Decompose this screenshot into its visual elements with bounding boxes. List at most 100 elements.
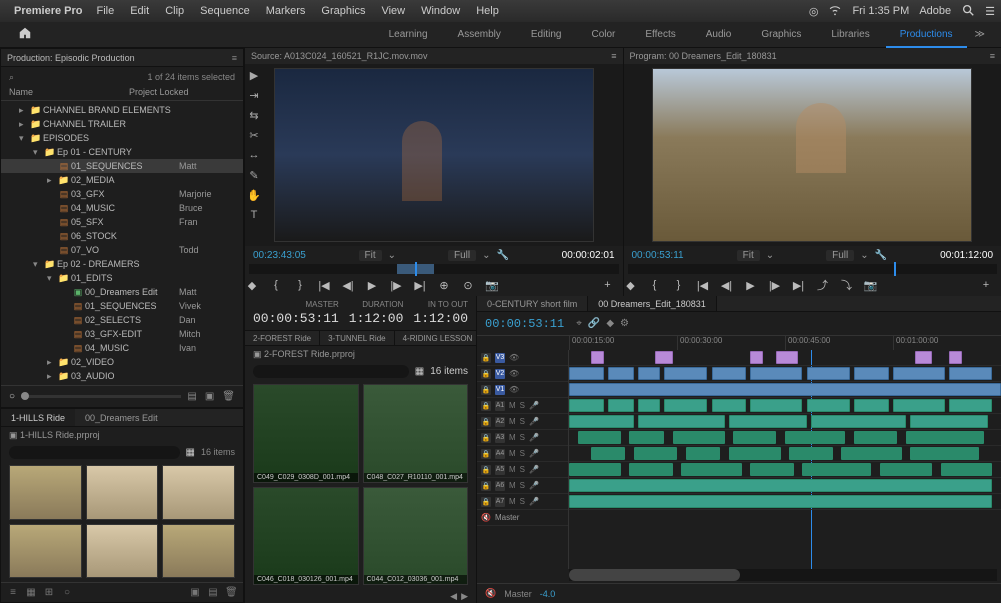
chevron-down-icon[interactable]: ⌄ <box>860 250 868 261</box>
timeline-clip[interactable] <box>655 351 672 364</box>
timeline-clip[interactable] <box>807 367 850 380</box>
master-db[interactable]: -4.0 <box>540 589 556 599</box>
pen-tool-icon[interactable]: ✎ <box>247 168 261 182</box>
program-tc-in[interactable]: 00:00:53:11 <box>632 250 684 261</box>
timeline-clip[interactable] <box>941 463 993 476</box>
timeline-clip[interactable] <box>949 351 962 364</box>
clip-thumbnail[interactable] <box>9 465 82 520</box>
program-tc-dur[interactable]: 00:01:12:00 <box>940 250 993 261</box>
timeline-clip[interactable] <box>789 447 832 460</box>
new-item-icon[interactable]: ▤ <box>207 587 219 598</box>
new-bin-icon[interactable]: ▣ <box>205 391 214 402</box>
track-header[interactable]: 🔒 V2 👁 <box>477 366 568 382</box>
hand-tool-icon[interactable]: ✋ <box>247 188 261 202</box>
in-point-icon[interactable]: { <box>269 279 283 291</box>
timeline-clip[interactable] <box>949 399 992 412</box>
workspace-editing[interactable]: Editing <box>517 22 576 48</box>
timeline-clip[interactable] <box>638 415 724 428</box>
menu-markers[interactable]: Markers <box>260 5 312 17</box>
go-to-out-icon[interactable]: ▶| <box>413 279 427 292</box>
master-track-header[interactable]: 🔇Master <box>477 510 568 526</box>
wifi-icon[interactable] <box>828 3 842 20</box>
timeline-track[interactable] <box>569 350 1001 366</box>
track-header[interactable]: 🔒 A3 MS🎤 <box>477 430 568 446</box>
timeline-clip[interactable] <box>638 367 660 380</box>
track-header[interactable]: 🔒 A2 MS🎤 <box>477 414 568 430</box>
lock-icon[interactable]: 🔒 <box>481 449 491 459</box>
program-scrubber[interactable] <box>628 264 998 274</box>
tree-row[interactable]: ▤07_VOTodd <box>1 243 243 257</box>
timeline-clip[interactable] <box>811 415 906 428</box>
track-target[interactable]: A1 <box>495 401 505 411</box>
timeline-clip[interactable] <box>629 463 672 476</box>
button-editor-icon[interactable]: + <box>979 279 993 291</box>
timeline-clip[interactable] <box>733 431 776 444</box>
home-button[interactable] <box>10 26 40 43</box>
chevron-down-icon[interactable]: ⌄ <box>388 250 396 261</box>
timeline-clip[interactable] <box>910 447 979 460</box>
linked-selection-icon[interactable]: 🔗 <box>588 318 600 329</box>
timeline-clip[interactable] <box>750 463 793 476</box>
overwrite-icon[interactable]: ⊙ <box>461 279 475 292</box>
menu-clip[interactable]: Clip <box>159 5 190 17</box>
next-page-icon[interactable]: ▶ <box>461 591 468 602</box>
project-search-input[interactable] <box>9 446 180 459</box>
source-scrubber[interactable] <box>249 264 619 274</box>
clip-thumbnail[interactable] <box>86 524 159 579</box>
tree-row[interactable]: ▸📁CHANNEL TRAILER <box>1 117 243 131</box>
trash-icon[interactable]: 🗑 <box>222 391 235 402</box>
col-name[interactable]: Name <box>9 87 129 100</box>
mute-icon[interactable]: M <box>509 417 516 426</box>
workspace-libraries[interactable]: Libraries <box>817 22 883 48</box>
track-target[interactable]: V2 <box>495 369 505 379</box>
track-target[interactable]: A6 <box>495 481 505 491</box>
marker-icon[interactable]: ◆ <box>606 318 614 329</box>
track-target[interactable]: A5 <box>495 465 505 475</box>
seq-tab[interactable]: 4-RIDING LESSON <box>395 331 476 345</box>
program-full-dropdown[interactable]: Full <box>826 250 854 261</box>
step-forward-icon[interactable]: |▶ <box>389 279 403 292</box>
track-header[interactable]: 🔒 A5 MS🎤 <box>477 462 568 478</box>
track-target[interactable]: V3 <box>495 353 505 363</box>
track-select-tool-icon[interactable]: ⇥ <box>247 88 261 102</box>
source-full-dropdown[interactable]: Full <box>448 250 476 261</box>
timeline-track[interactable] <box>569 494 1001 510</box>
workspace-learning[interactable]: Learning <box>375 22 442 48</box>
tree-row[interactable]: ▾📁Ep 01 - CENTURY <box>1 145 243 159</box>
lock-icon[interactable]: 🔒 <box>481 465 491 475</box>
timeline-clip[interactable] <box>802 463 871 476</box>
tree-row[interactable]: ▤02_SELECTSDan <box>1 313 243 327</box>
menu-help[interactable]: Help <box>470 5 505 17</box>
voiceover-icon[interactable]: 🎤 <box>529 497 539 506</box>
seq-tab[interactable]: 3-TUNNEL Ride <box>320 331 395 345</box>
view-toggle-icon[interactable]: ▦ <box>186 447 195 458</box>
timeline-track[interactable] <box>569 478 1001 494</box>
chevron-down-icon[interactable]: ⌄ <box>482 250 490 261</box>
mute-icon[interactable]: 🔇 <box>481 513 491 522</box>
go-to-out-icon[interactable]: ▶| <box>792 279 806 292</box>
timeline-clip[interactable] <box>750 399 802 412</box>
lock-icon[interactable]: 🔒 <box>481 481 491 491</box>
lock-icon[interactable]: 🔒 <box>481 385 491 395</box>
timeline-clip[interactable] <box>854 367 889 380</box>
tree-row[interactable]: ▤06_STOCK <box>1 229 243 243</box>
tree-row[interactable]: ▸📁CHANNEL BRAND ELEMENTS <box>1 103 243 117</box>
workspace-color[interactable]: Color <box>577 22 629 48</box>
timeline-clip[interactable] <box>807 399 850 412</box>
project-tab-hills[interactable]: 1-HILLS Ride <box>1 409 75 426</box>
solo-icon[interactable]: S <box>520 449 525 458</box>
mute-icon[interactable]: M <box>509 497 516 506</box>
timeline-tab[interactable]: 00 Dreamers_Edit_180831 <box>588 296 717 311</box>
tree-row[interactable]: ▤04_MUSICBruce <box>1 201 243 215</box>
wrench-icon[interactable]: 🔧 <box>875 250 887 261</box>
timeline-clip[interactable] <box>841 447 901 460</box>
timeline-clip[interactable] <box>712 367 747 380</box>
solo-icon[interactable]: S <box>520 481 525 490</box>
timeline-clip[interactable] <box>729 415 807 428</box>
menu-graphics[interactable]: Graphics <box>315 5 371 17</box>
clip-thumbnail[interactable]: C049_C029_0308D_001.mp4 <box>253 384 359 483</box>
sort-icon[interactable]: ○ <box>61 587 73 598</box>
track-header[interactable]: 🔒 A1 MS🎤 <box>477 398 568 414</box>
in-point-icon[interactable]: { <box>648 279 662 291</box>
source-tc-in[interactable]: 00:23:43:05 <box>253 250 306 261</box>
